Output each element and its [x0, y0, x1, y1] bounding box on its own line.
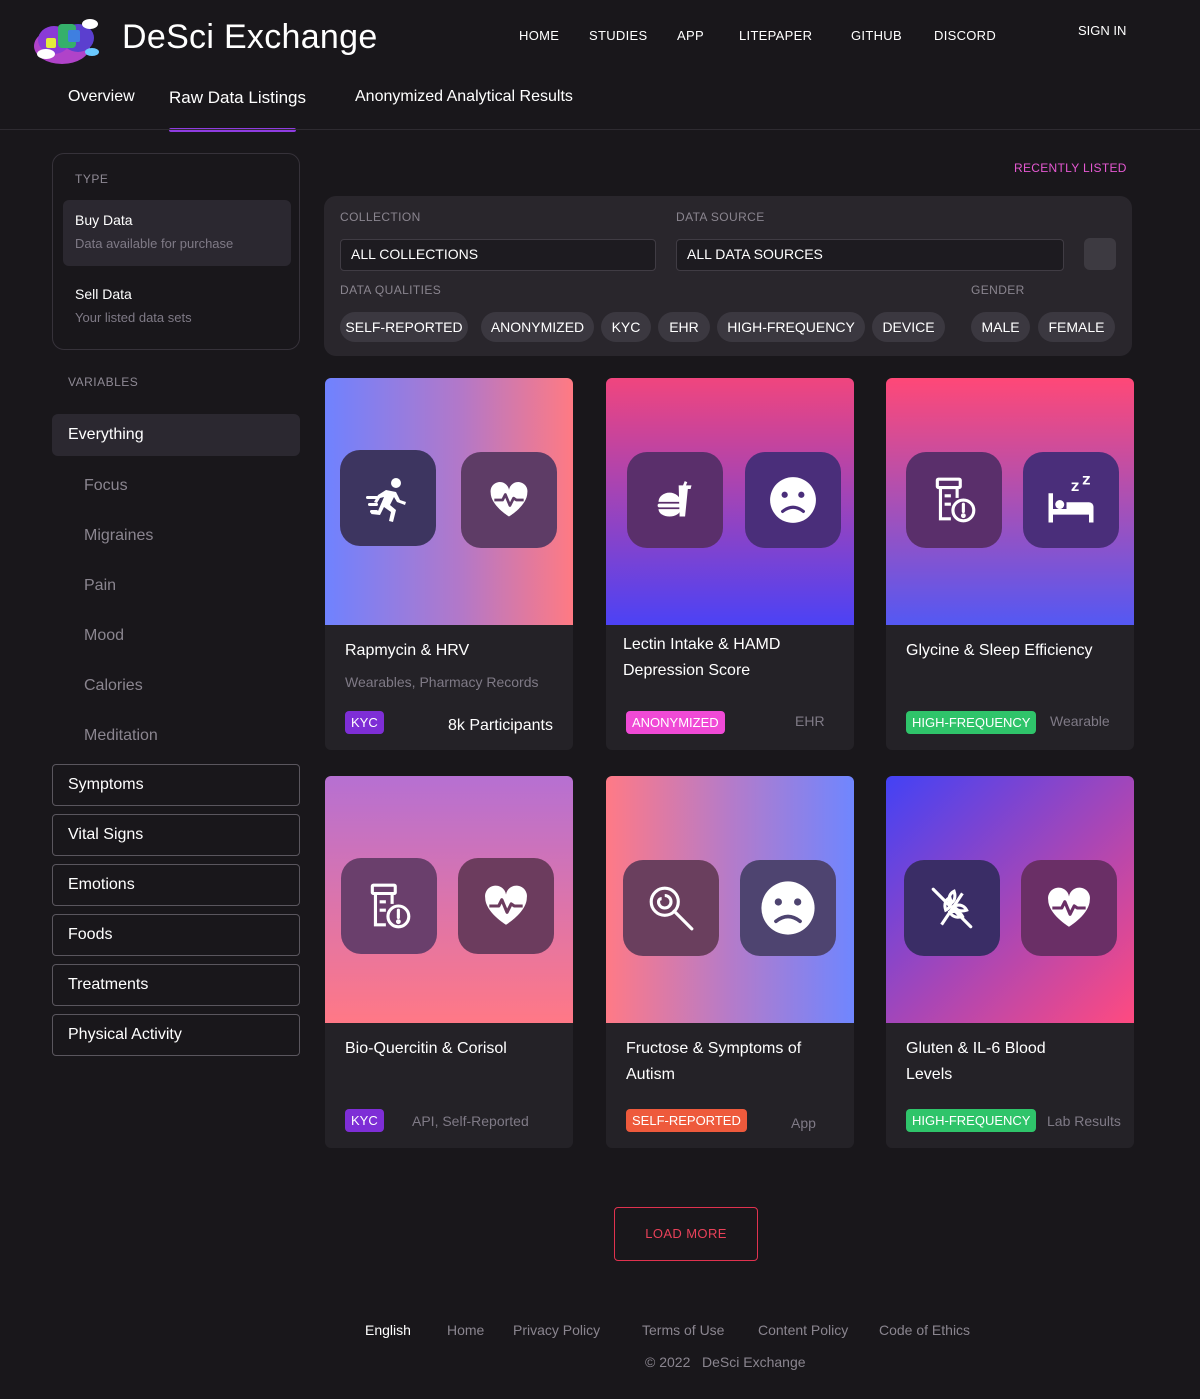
type-sell-data[interactable]: Sell Data Your listed data sets [63, 274, 291, 340]
buy-data-subtitle: Data available for purchase [75, 236, 234, 251]
chip-high-frequency[interactable]: HIGH-FREQUENCY [717, 312, 865, 342]
variable-mood[interactable]: Mood [84, 627, 124, 645]
card-title: Bio-Quercitin & Corisol [345, 1040, 507, 1057]
variable-meditation[interactable]: Meditation [84, 727, 158, 745]
card-source: EHR [795, 713, 825, 729]
badge-self-reported: SELF-REPORTED [626, 1109, 747, 1132]
sort-recently-listed[interactable]: RECENTLY LISTED [1014, 161, 1127, 175]
load-more-button[interactable]: LOAD MORE [614, 1207, 758, 1261]
sign-in-link[interactable]: SIGN IN [1078, 23, 1126, 38]
type-filter-panel: TYPE Buy Data Data available for purchas… [52, 153, 300, 350]
category-foods[interactable]: Foods [52, 914, 300, 956]
card-title: Lectin Intake & HAMD Depression Score [623, 636, 781, 679]
chip-ehr[interactable]: EHR [658, 312, 710, 342]
collection-select[interactable]: ALL COLLECTIONS [340, 239, 656, 271]
data-source-label: DATA SOURCE [676, 210, 765, 224]
data-source-select[interactable]: ALL DATA SOURCES [676, 239, 1064, 271]
listing-card-glycine-sleep[interactable]: ZZ Glycine & Sleep Efficiency Wearable H… [886, 378, 1134, 750]
listing-card-lectin-hamd[interactable]: Lectin Intake & HAMD Depression Score EH… [606, 378, 854, 750]
variable-pain[interactable]: Pain [84, 577, 116, 595]
data-qualities-label: DATA QUALITIES [340, 283, 442, 297]
card-source: Wearables, Pharmacy Records [345, 674, 539, 690]
filter-options-button[interactable] [1084, 238, 1116, 270]
buy-data-title: Buy Data [75, 212, 133, 228]
tab-anonymized-analytical-results[interactable]: Anonymized Analytical Results [355, 88, 573, 106]
category-symptoms[interactable]: Symptoms [52, 764, 300, 806]
card-source: App [791, 1115, 816, 1131]
sad-face-icon [740, 860, 836, 956]
card-source: API, Self-Reported [412, 1113, 529, 1129]
chip-female[interactable]: FEMALE [1038, 312, 1115, 342]
card-source: Wearable [1050, 713, 1110, 729]
category-vital-signs[interactable]: Vital Signs [52, 814, 300, 856]
brand-logo[interactable] [32, 10, 102, 68]
running-icon [340, 450, 436, 546]
footer-content-policy[interactable]: Content Policy [758, 1322, 848, 1338]
category-physical-activity[interactable]: Physical Activity [52, 1014, 300, 1056]
chip-self-reported[interactable]: SELF-REPORTED [340, 312, 468, 342]
chip-anonymized[interactable]: ANONYMIZED [481, 312, 594, 342]
tab-raw-data-listings[interactable]: Raw Data Listings [169, 88, 306, 108]
filter-panel: COLLECTION ALL COLLECTIONS DATA SOURCE A… [324, 196, 1132, 356]
sad-face-icon [745, 452, 841, 548]
brand-name[interactable]: DeSci Exchange [122, 18, 378, 57]
nav-home[interactable]: HOME [519, 28, 559, 43]
footer-terms-of-use[interactable]: Terms of Use [642, 1322, 724, 1338]
variables-label: VARIABLES [68, 375, 139, 389]
pill-bottle-alert-icon [906, 452, 1002, 548]
bed-sleep-icon: ZZ [1023, 452, 1119, 548]
participants-count: 8k Participants [448, 717, 553, 734]
listing-card-rapmycin-hrv[interactable]: Rapmycin & HRV Wearables, Pharmacy Recor… [325, 378, 573, 750]
listing-card-bio-quercitin[interactable]: Bio-Quercitin & Corisol API, Self-Report… [325, 776, 573, 1148]
gender-label: GENDER [971, 283, 1025, 297]
nav-github[interactable]: GITHUB [851, 28, 902, 43]
pill-bottle-alert-icon [341, 858, 437, 954]
lollipop-icon [623, 860, 719, 956]
footer-home[interactable]: Home [447, 1322, 484, 1338]
listing-card-fructose-autism[interactable]: Fructose & Symptoms of Autism App SELF-R… [606, 776, 854, 1148]
chip-device[interactable]: DEVICE [872, 312, 945, 342]
nav-discord[interactable]: DISCORD [934, 28, 996, 43]
sell-data-subtitle: Your listed data sets [75, 310, 192, 325]
variable-everything[interactable]: Everything [52, 414, 300, 456]
nav-app[interactable]: APP [677, 28, 704, 43]
badge-high-frequency: HIGH-FREQUENCY [906, 1109, 1037, 1132]
badge-kyc: KYC [345, 1109, 384, 1132]
heart-pulse-icon [461, 452, 557, 548]
footer-code-of-ethics[interactable]: Code of Ethics [879, 1322, 970, 1338]
card-title: Glycine & Sleep Efficiency [906, 642, 1093, 659]
copyright: © 2022 DeSci Exchange [645, 1354, 806, 1370]
card-title: Fructose & Symptoms of Autism [626, 1040, 802, 1083]
language-selector[interactable]: English [365, 1322, 411, 1338]
badge-anonymized: ANONYMIZED [626, 711, 725, 734]
card-title: Rapmycin & HRV [345, 642, 470, 659]
variable-calories[interactable]: Calories [84, 677, 143, 695]
heart-pulse-icon [458, 858, 554, 954]
header-divider [0, 129, 1200, 130]
sell-data-title: Sell Data [75, 286, 132, 302]
type-buy-data[interactable]: Buy Data Data available for purchase [63, 200, 291, 266]
variable-migraines[interactable]: Migraines [84, 527, 153, 545]
badge-kyc: KYC [345, 711, 384, 734]
nav-studies[interactable]: STUDIES [589, 28, 647, 43]
heart-pulse-icon [1021, 860, 1117, 956]
type-label: TYPE [75, 172, 109, 186]
gluten-free-icon [904, 860, 1000, 956]
listing-card-gluten-il6[interactable]: Gluten & IL-6 Blood Levels Lab Results H… [886, 776, 1134, 1148]
collection-label: COLLECTION [340, 210, 421, 224]
card-title: Gluten & IL-6 Blood Levels [906, 1040, 1046, 1083]
category-treatments[interactable]: Treatments [52, 964, 300, 1006]
tab-overview[interactable]: Overview [68, 88, 135, 106]
svg-text:Z: Z [1082, 474, 1090, 487]
variable-focus[interactable]: Focus [84, 477, 128, 495]
badge-high-frequency: HIGH-FREQUENCY [906, 711, 1037, 734]
chip-male[interactable]: MALE [971, 312, 1030, 342]
footer-privacy-policy[interactable]: Privacy Policy [513, 1322, 600, 1338]
svg-text:Z: Z [1071, 481, 1079, 494]
nav-litepaper[interactable]: LITEPAPER [739, 28, 812, 43]
category-emotions[interactable]: Emotions [52, 864, 300, 906]
chip-kyc[interactable]: KYC [601, 312, 651, 342]
card-source: Lab Results [1047, 1113, 1121, 1129]
fast-food-icon [627, 452, 723, 548]
